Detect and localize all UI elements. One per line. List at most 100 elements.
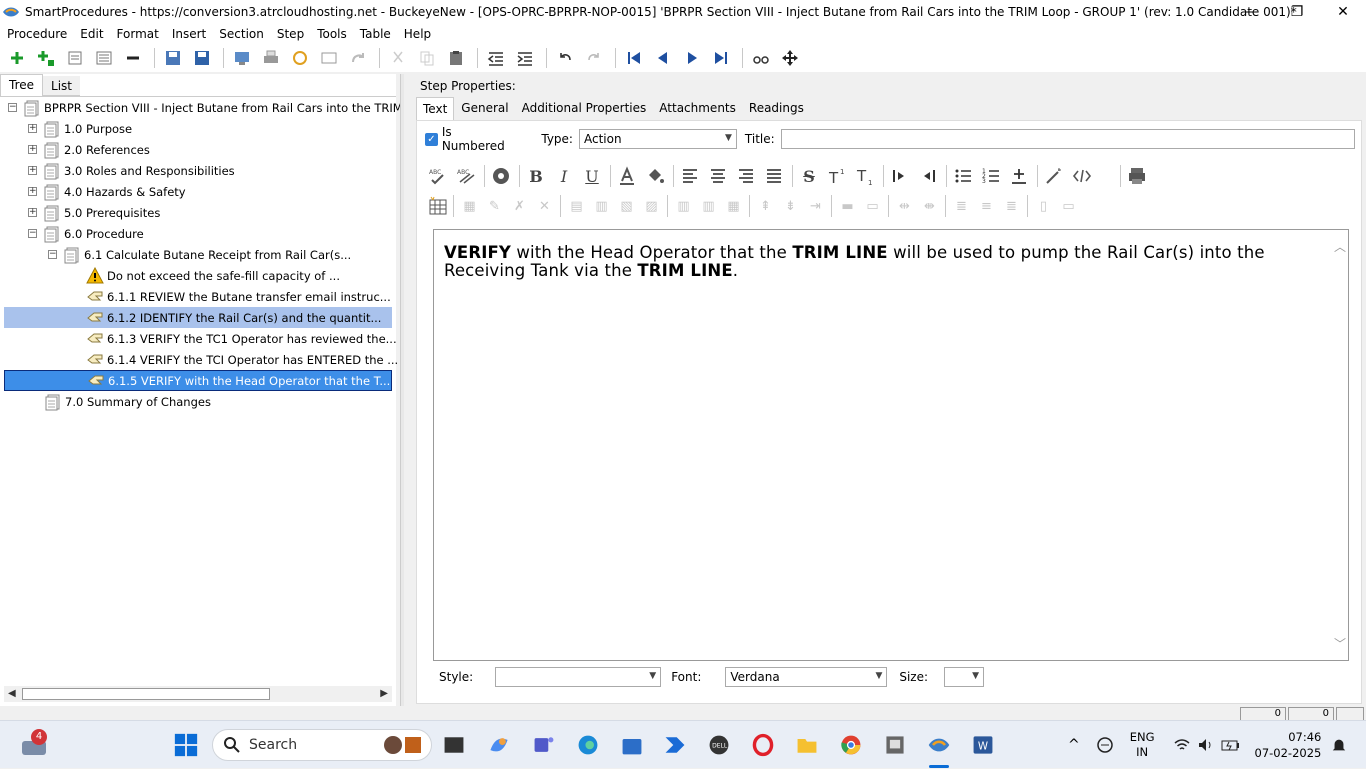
tree-node-summary[interactable]: 7.0 Summary of Changes [44,391,211,412]
tree-node-purpose[interactable]: + 1.0 Purpose [28,118,132,139]
tree-node-references[interactable]: + 2.0 References [28,139,150,160]
find-button[interactable] [748,46,774,70]
last-button[interactable] [708,46,734,70]
indent-button[interactable] [512,46,538,70]
save-all-button[interactable] [160,46,186,70]
valign-bottom-button[interactable]: ≣ [999,195,1024,217]
taskbar-app-dell[interactable]: DELL [705,731,733,759]
bold-button[interactable]: B [523,164,549,188]
font-color-button[interactable] [614,164,640,188]
split-horizontal-button[interactable]: ⇹ [892,195,917,217]
style-picker-button[interactable] [488,164,514,188]
minimize-button[interactable]: — [1228,0,1274,24]
taskbar-app-edge[interactable] [574,731,602,759]
delete-cell-button[interactable]: ✗ [507,195,532,217]
superscript-button[interactable]: T1 [824,164,850,188]
taskbar-app-opera[interactable] [749,731,777,759]
menu-help[interactable]: Help [399,27,436,41]
merge-cells-button[interactable]: ▬ [835,195,860,217]
strikethrough-button[interactable]: S [796,164,822,188]
menu-procedure[interactable]: Procedure [2,27,72,41]
add-button[interactable] [4,46,30,70]
volume-icon[interactable] [1197,736,1215,754]
menu-step[interactable]: Step [272,27,309,41]
form-button[interactable] [316,46,342,70]
split-vertical-button[interactable]: ⇼ [917,195,942,217]
style-select[interactable]: ▼ [495,667,662,687]
collapse-toggle[interactable]: − [28,229,37,238]
delete-button[interactable] [120,46,146,70]
outdent-button[interactable] [483,46,509,70]
close-button[interactable]: ✕ [1320,0,1366,24]
tab-readings[interactable]: Readings [743,97,810,120]
language-indicator[interactable]: ENG IN [1130,730,1155,760]
taskbar-app-file-explorer[interactable] [793,731,821,759]
cell-edit-button[interactable]: ▨ [639,195,664,217]
start-button[interactable] [172,731,200,759]
notification-bell-icon[interactable] [1331,737,1347,753]
tab-tree[interactable]: Tree [0,74,44,96]
next-button[interactable] [679,46,705,70]
taskbar-search[interactable]: Search [212,729,432,761]
menu-section[interactable]: Section [214,27,269,41]
tree-node-step-6-1-1[interactable]: 6.1.1 REVIEW the Butane transfer email i… [86,286,391,307]
taskbar-app-powerautomate[interactable] [661,731,689,759]
decrease-indent-button[interactable] [915,164,941,188]
menu-table[interactable]: Table [355,27,396,41]
underline-button[interactable]: U [579,164,605,188]
scroll-up-icon[interactable]: ︿ [1334,238,1346,255]
menu-tools[interactable]: Tools [312,27,352,41]
taskbar-app-copilot[interactable] [485,731,513,759]
collapse-button[interactable] [62,46,88,70]
tree-node-calculate[interactable]: − 6.1 Calculate Butane Receipt from Rail… [48,244,351,265]
step-text[interactable]: VERIFY with the Head Operator that the T… [444,244,1294,280]
justify-button[interactable] [761,164,787,188]
spell-check-button[interactable]: ABC [425,164,451,188]
scrollbar-thumb[interactable] [22,688,270,700]
insert-col-right-button[interactable]: ▥ [696,195,721,217]
expand-toggle[interactable]: + [28,166,37,175]
network-status-icon[interactable] [1096,736,1114,754]
tab-additional-properties[interactable]: Additional Properties [516,97,653,120]
highlight-color-button[interactable] [642,164,668,188]
tree-node-step-6-1-2[interactable]: 6.1.2 IDENTIFY the Rail Car(s) and the q… [4,307,392,328]
expand-toggle[interactable]: + [28,187,37,196]
insert-row-above-button[interactable]: ⇞ [753,195,778,217]
tree-node-prerequisites[interactable]: + 5.0 Prerequisites [28,202,160,223]
tab-attachments[interactable]: Attachments [653,97,742,120]
tab-list[interactable]: List [43,76,80,96]
tree-node-step-6-1-4[interactable]: 6.1.4 VERIFY the TCI Operator has ENTERE… [86,349,398,370]
step-text-editor[interactable]: VERIFY with the Head Operator that the T… [433,229,1349,661]
taskbar-app-store[interactable] [618,731,646,759]
delete-column-button[interactable]: ▦ [721,195,746,217]
print-text-button[interactable] [1124,164,1150,188]
tree-node-procedure[interactable]: − 6.0 Procedure [28,223,144,244]
print-button[interactable] [258,46,284,70]
redo-step-button[interactable] [345,46,371,70]
menu-edit[interactable]: Edit [75,27,108,41]
valign-middle-button[interactable]: ≡ [974,195,999,217]
battery-icon[interactable] [1221,736,1241,754]
taskbar-app-chrome[interactable] [837,731,865,759]
bullet-list-button[interactable] [950,164,976,188]
tree-node-root[interactable]: − BPRPR Section VIII - Inject Butane fro… [8,97,424,118]
first-button[interactable] [621,46,647,70]
redo-button[interactable] [581,46,607,70]
clock[interactable]: 07:46 07-02-2025 [1255,729,1322,761]
taskbar-app-smartprocedures[interactable] [925,731,953,759]
numbered-list-button[interactable]: 123 [978,164,1004,188]
undo-button[interactable] [552,46,578,70]
expand-toggle[interactable]: + [28,124,37,133]
row-height-button[interactable]: ▭ [1056,195,1081,217]
tree-horizontal-scrollbar[interactable]: ◀ ▶ [4,686,392,702]
add-child-button[interactable] [33,46,59,70]
title-input[interactable] [780,129,1355,149]
html-source-button[interactable] [1069,164,1095,188]
chevron-up-icon[interactable]: ^ [1068,737,1080,753]
cell-props-button[interactable]: ▧ [614,195,639,217]
column-props-button[interactable]: ▥ [589,195,614,217]
align-left-button[interactable] [677,164,703,188]
expand-button[interactable] [91,46,117,70]
insert-col-left-button[interactable]: ▥ [671,195,696,217]
horizontal-rule-button[interactable] [1006,164,1032,188]
